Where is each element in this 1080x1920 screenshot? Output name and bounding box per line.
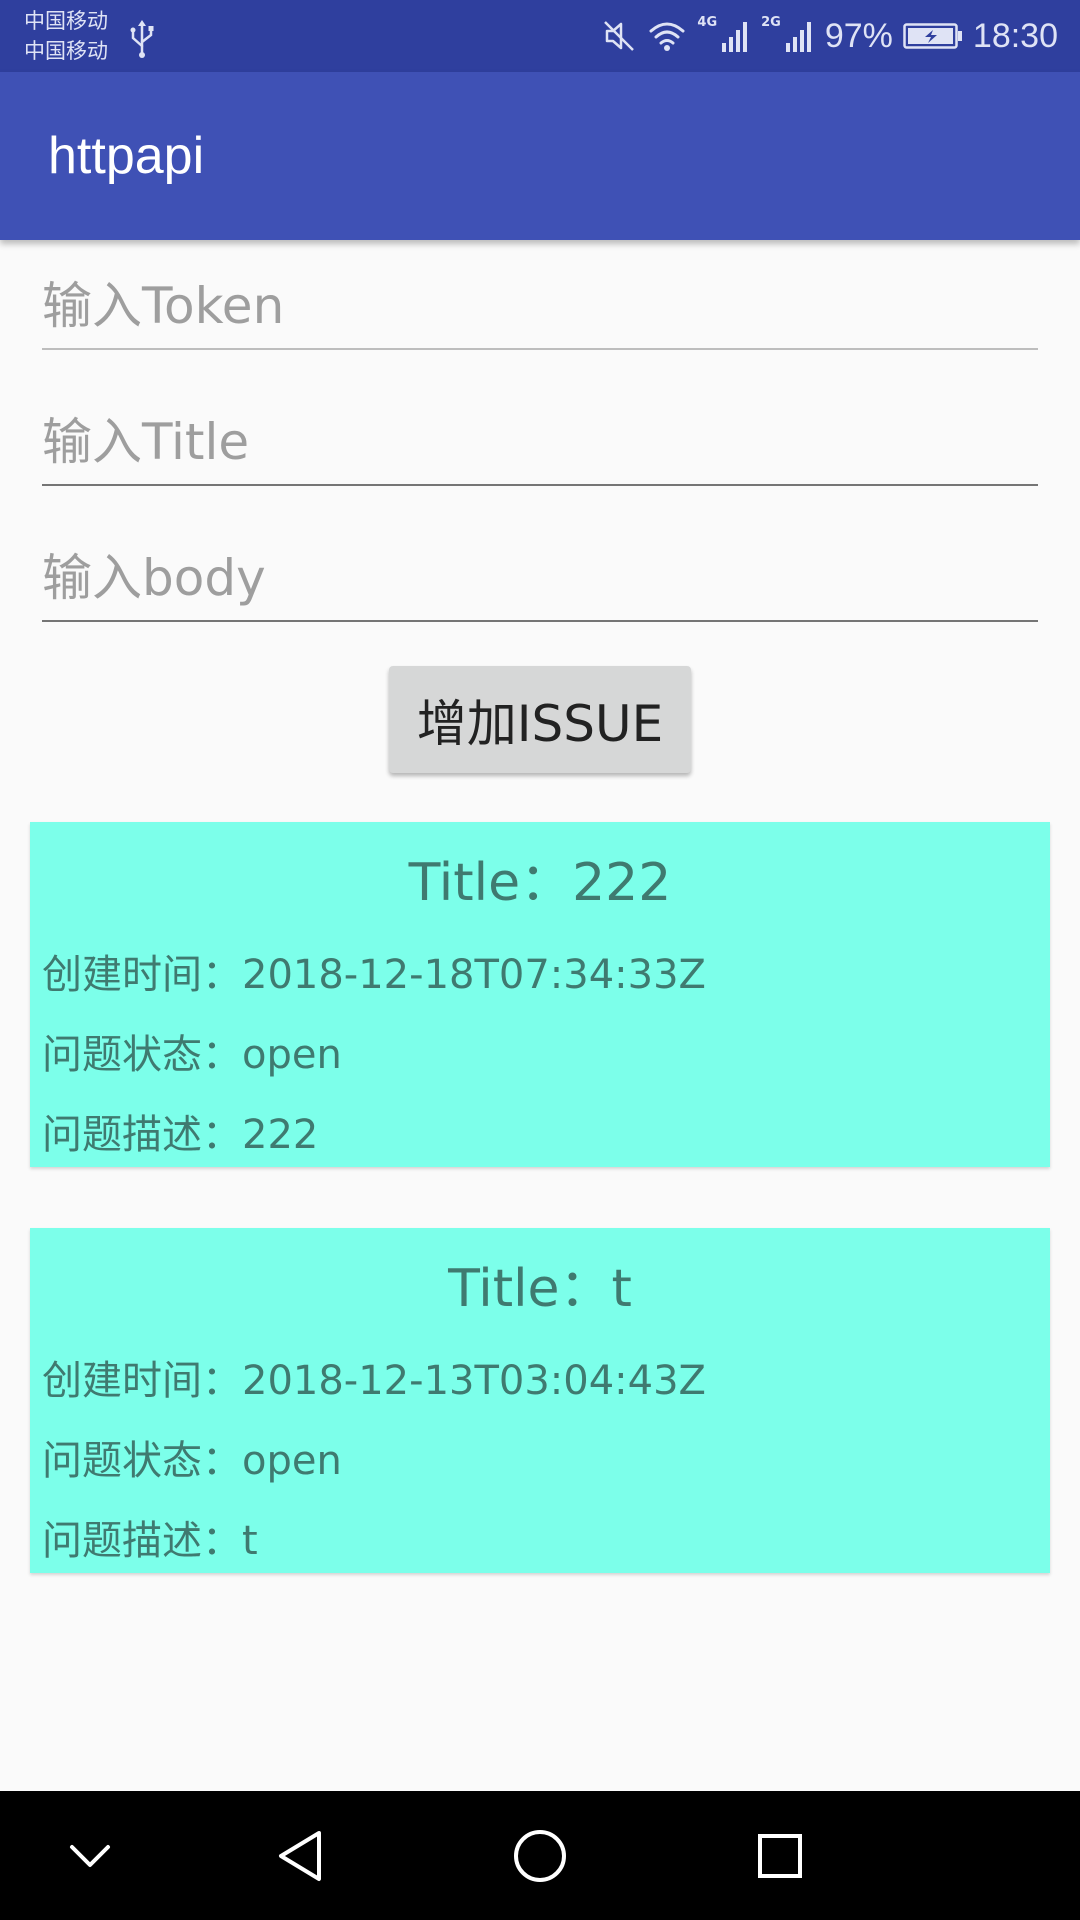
issue-desc-row: 问题描述：222 — [42, 1102, 318, 1160]
status-bar: 中国移动 中国移动 4G 2G 97% 18:30 — [0, 0, 1080, 72]
wifi-icon — [649, 22, 685, 51]
net-type-1: 4G — [697, 14, 718, 30]
issue-card[interactable]: Title：t 创建时间：2018-12-13T03:04:43Z 问题状态：o… — [30, 1228, 1050, 1573]
status-icons: 4G 2G 97% 18:30 — [601, 0, 1058, 72]
net-type-2: 2G — [761, 14, 781, 30]
back-button[interactable] — [240, 1791, 360, 1920]
desc-value: t — [242, 1518, 258, 1564]
app-bar: httpapi — [0, 72, 1080, 240]
carrier-1: 中国移动 — [24, 9, 108, 33]
carrier-info: 中国移动 中国移动 — [24, 6, 108, 66]
recents-icon — [758, 1833, 802, 1878]
desc-value: 222 — [242, 1112, 319, 1158]
recents-button[interactable] — [720, 1791, 840, 1920]
issue-state-row: 问题状态：open — [42, 1022, 342, 1080]
add-issue-button[interactable]: 增加ISSUE — [389, 666, 691, 773]
issue-created-row: 创建时间：2018-12-13T03:04:43Z — [42, 1348, 706, 1406]
battery-percent: 97% — [824, 16, 893, 55]
token-field-wrapper — [42, 270, 1038, 350]
back-icon — [279, 1830, 321, 1881]
body-underline — [42, 620, 1038, 622]
state-label: 问题状态： — [42, 1438, 242, 1484]
collapse-icon — [70, 1844, 110, 1867]
token-input[interactable] — [42, 270, 1038, 342]
title-underline — [42, 484, 1038, 486]
created-value: 2018-12-18T07:34:33Z — [242, 952, 706, 998]
body-input[interactable] — [42, 542, 1038, 614]
issue-desc-row: 问题描述：t — [42, 1508, 258, 1566]
state-value: open — [242, 1032, 342, 1078]
issue-card[interactable]: Title：222 创建时间：2018-12-18T07:34:33Z 问题状态… — [30, 822, 1050, 1167]
carrier-2: 中国移动 — [24, 39, 108, 63]
title-input[interactable] — [42, 406, 1038, 478]
clock: 18:30 — [972, 16, 1058, 55]
signal-icon — [722, 22, 748, 52]
usb-icon — [130, 20, 154, 58]
mute-icon — [604, 21, 635, 51]
issue-title: Title：t — [448, 1259, 632, 1319]
title-field-wrapper — [42, 406, 1038, 486]
home-button[interactable] — [480, 1791, 600, 1920]
created-label: 创建时间： — [42, 1358, 242, 1404]
issue-state-row: 问题状态：open — [42, 1428, 342, 1486]
navigation-bar — [0, 1791, 1080, 1920]
desc-label: 问题描述： — [42, 1112, 242, 1158]
issue-title: Title：222 — [408, 853, 672, 913]
token-underline — [42, 348, 1038, 350]
body-field-wrapper — [42, 542, 1038, 622]
desc-label: 问题描述： — [42, 1518, 242, 1564]
collapse-button[interactable] — [30, 1791, 150, 1920]
battery-icon — [903, 23, 962, 49]
state-label: 问题状态： — [42, 1032, 242, 1078]
home-icon — [514, 1829, 566, 1882]
issue-created-row: 创建时间：2018-12-18T07:34:33Z — [42, 942, 706, 1000]
created-value: 2018-12-13T03:04:43Z — [242, 1358, 706, 1404]
signal-icon-2 — [785, 22, 811, 52]
state-value: open — [242, 1438, 342, 1484]
created-label: 创建时间： — [42, 952, 242, 998]
screen: 中国移动 中国移动 4G 2G 97% 18:30 httpapi 输入Toke… — [0, 0, 1080, 1920]
app-title: httpapi — [48, 127, 205, 185]
